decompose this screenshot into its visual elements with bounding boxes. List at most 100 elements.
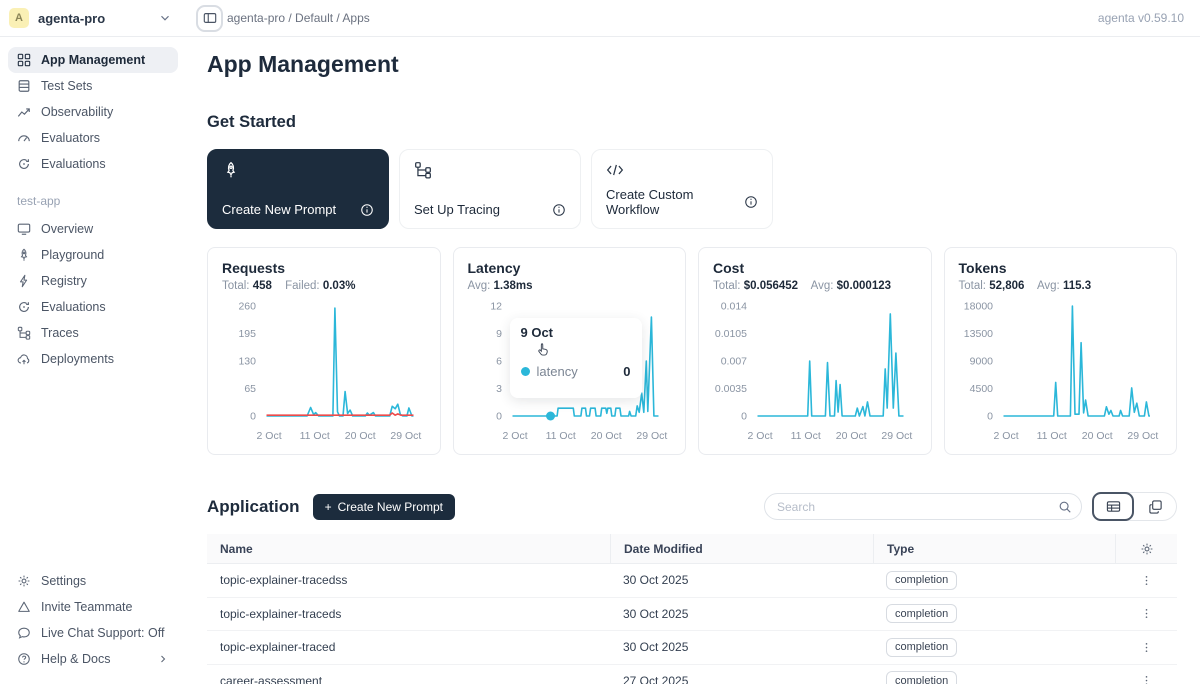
- svg-text:13500: 13500: [963, 328, 992, 340]
- svg-text:3: 3: [496, 383, 502, 395]
- svg-text:2 Oct: 2 Oct: [993, 430, 1018, 442]
- sidebar-item-label: Live Chat Support: Off: [41, 626, 164, 640]
- line-chart-icon: [17, 105, 31, 119]
- app-name: topic-explainer-traced: [207, 640, 610, 654]
- table-row[interactable]: topic-explainer-tracedss 30 Oct 2025 com…: [207, 564, 1177, 598]
- chart-title: Requests: [222, 260, 426, 276]
- create-new-prompt-button[interactable]: + Create New Prompt: [313, 494, 455, 520]
- sidebar-item-live-chat[interactable]: Live Chat Support: Off: [8, 620, 178, 646]
- sidebar-panel-icon: [203, 11, 217, 25]
- sidebar-item-deployments[interactable]: Deployments: [8, 346, 178, 372]
- sidebar-item-registry[interactable]: Registry: [8, 268, 178, 294]
- cost-chart[interactable]: 00.00350.0070.01050.0142 Oct11 Oct20 Oct…: [713, 298, 917, 448]
- info-icon[interactable]: [552, 203, 566, 217]
- info-icon[interactable]: [744, 195, 758, 209]
- svg-text:0: 0: [496, 411, 502, 423]
- table-row[interactable]: topic-explainer-traceds 30 Oct 2025 comp…: [207, 598, 1177, 632]
- info-icon[interactable]: [360, 203, 374, 217]
- chart-title: Tokens: [959, 260, 1163, 276]
- sidebar-item-test-sets[interactable]: Test Sets: [8, 73, 178, 99]
- row-menu-icon[interactable]: [1140, 641, 1153, 654]
- sidebar-item-evaluators[interactable]: Evaluators: [8, 125, 178, 151]
- table-row[interactable]: topic-explainer-traced 30 Oct 2025 compl…: [207, 631, 1177, 665]
- sidebar-section-label: test-app: [17, 194, 178, 208]
- card-view-button[interactable]: [1134, 492, 1176, 521]
- column-header-type[interactable]: Type: [873, 534, 1115, 563]
- column-settings[interactable]: [1115, 534, 1177, 563]
- svg-text:6: 6: [496, 356, 502, 368]
- type-badge: completion: [886, 671, 957, 684]
- row-menu-icon[interactable]: [1140, 607, 1153, 620]
- svg-text:195: 195: [238, 328, 256, 340]
- requests-chart[interactable]: 0651301952602 Oct11 Oct20 Oct29 Oct: [222, 298, 426, 448]
- sidebar-item-label: Traces: [41, 326, 79, 340]
- chart-title: Cost: [713, 260, 917, 276]
- chart-tooltip: 9 Oct latency 0: [510, 318, 642, 398]
- type-badge: completion: [886, 604, 957, 623]
- row-menu-icon[interactable]: [1140, 574, 1153, 587]
- search-icon[interactable]: [1058, 500, 1072, 514]
- sidebar-item-traces[interactable]: Traces: [8, 320, 178, 346]
- search-box: [764, 493, 1082, 520]
- app-version: agenta v0.59.10: [1098, 11, 1184, 25]
- sidebar-item-label: Settings: [41, 574, 86, 588]
- sidebar-item-evaluations[interactable]: Evaluations: [8, 151, 178, 177]
- workspace-avatar: A: [9, 8, 29, 28]
- app-name: career-assessment: [207, 674, 610, 684]
- hover-marker: [546, 412, 555, 421]
- svg-text:11 Oct: 11 Oct: [791, 430, 821, 442]
- svg-text:18000: 18000: [963, 301, 992, 313]
- sidebar-item-label: Invite Teammate: [41, 600, 132, 614]
- app-name: topic-explainer-traceds: [207, 607, 610, 621]
- column-header-name[interactable]: Name: [207, 542, 610, 556]
- svg-text:11 Oct: 11 Oct: [1036, 430, 1066, 442]
- breadcrumb[interactable]: agenta-pro / Default / Apps: [227, 11, 370, 25]
- type-badge: completion: [886, 638, 957, 657]
- series-failed: [267, 413, 414, 415]
- chart-title: Latency: [468, 260, 672, 276]
- svg-text:2 Oct: 2 Oct: [257, 430, 282, 442]
- chart-canvas: 04500900013500180002 Oct11 Oct20 Oct29 O…: [959, 298, 1160, 448]
- sidebar-toggle-button[interactable]: [196, 5, 223, 32]
- sidebar-item-label: Evaluations: [41, 300, 106, 314]
- svg-text:260: 260: [238, 301, 256, 313]
- cards-view-icon: [1148, 499, 1163, 514]
- cursor-hand-icon: [536, 342, 551, 357]
- grid-icon: [17, 53, 31, 67]
- tokens-chart[interactable]: 04500900013500180002 Oct11 Oct20 Oct29 O…: [959, 298, 1163, 448]
- sidebar-item-label: Playground: [41, 248, 104, 262]
- cloud-icon: [17, 352, 31, 366]
- create-custom-workflow-card[interactable]: Create Custom Workflow: [591, 149, 773, 229]
- sidebar-item-settings[interactable]: Settings: [8, 568, 178, 594]
- sidebar-item-observability[interactable]: Observability: [8, 99, 178, 125]
- app-date: 30 Oct 2025: [610, 640, 873, 654]
- sidebar-item-overview[interactable]: Overview: [8, 216, 178, 242]
- sidebar-item-invite-teammate[interactable]: Invite Teammate: [8, 594, 178, 620]
- main-content: App Management Get Started Create New Pr…: [186, 37, 1200, 684]
- sidebar-item-label: Registry: [41, 274, 87, 288]
- tracing-icon: [414, 161, 566, 179]
- svg-text:0: 0: [250, 411, 256, 423]
- sidebar-item-evaluations-app[interactable]: Evaluations: [8, 294, 178, 320]
- sidebar-item-app-management[interactable]: App Management: [8, 47, 178, 73]
- tokens-chart-card: Tokens Total: 52,806 Avg: 115.3 04500900…: [944, 247, 1178, 455]
- search-input[interactable]: [777, 500, 1058, 514]
- series-dot: [521, 367, 530, 376]
- charts-row: Requests Total: 458 Failed: 0.03% 065130…: [207, 247, 1177, 455]
- svg-text:11 Oct: 11 Oct: [545, 430, 575, 442]
- svg-text:29 Oct: 29 Oct: [390, 430, 421, 442]
- card-label: Create New Prompt: [222, 202, 336, 217]
- table-row[interactable]: career-assessment 27 Oct 2025 completion: [207, 665, 1177, 684]
- column-header-date-modified[interactable]: Date Modified: [610, 534, 873, 563]
- sidebar-item-playground[interactable]: Playground: [8, 242, 178, 268]
- row-menu-icon[interactable]: [1140, 674, 1153, 684]
- set-up-tracing-card[interactable]: Set Up Tracing: [399, 149, 581, 229]
- create-new-prompt-card[interactable]: Create New Prompt: [207, 149, 389, 229]
- svg-text:20 Oct: 20 Oct: [345, 430, 376, 442]
- workspace-switcher[interactable]: A agenta-pro: [0, 8, 186, 28]
- sidebar-item-help-docs[interactable]: Help & Docs: [8, 646, 178, 672]
- svg-text:4500: 4500: [969, 383, 993, 395]
- table-view-button[interactable]: [1092, 492, 1134, 521]
- help-icon: [17, 652, 31, 666]
- chat-icon: [17, 626, 31, 640]
